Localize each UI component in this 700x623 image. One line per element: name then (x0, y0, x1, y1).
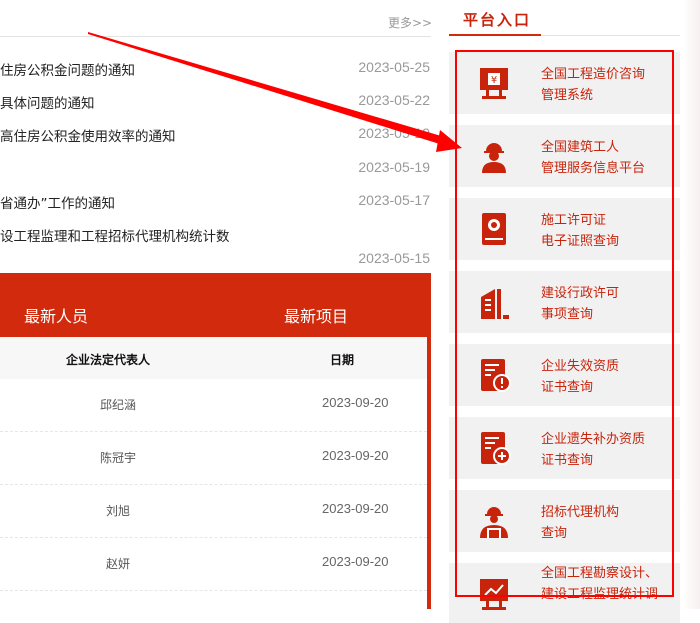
arrow-shaft (88, 32, 448, 146)
annotation-arrow (88, 32, 462, 152)
arrow-head (436, 130, 462, 152)
